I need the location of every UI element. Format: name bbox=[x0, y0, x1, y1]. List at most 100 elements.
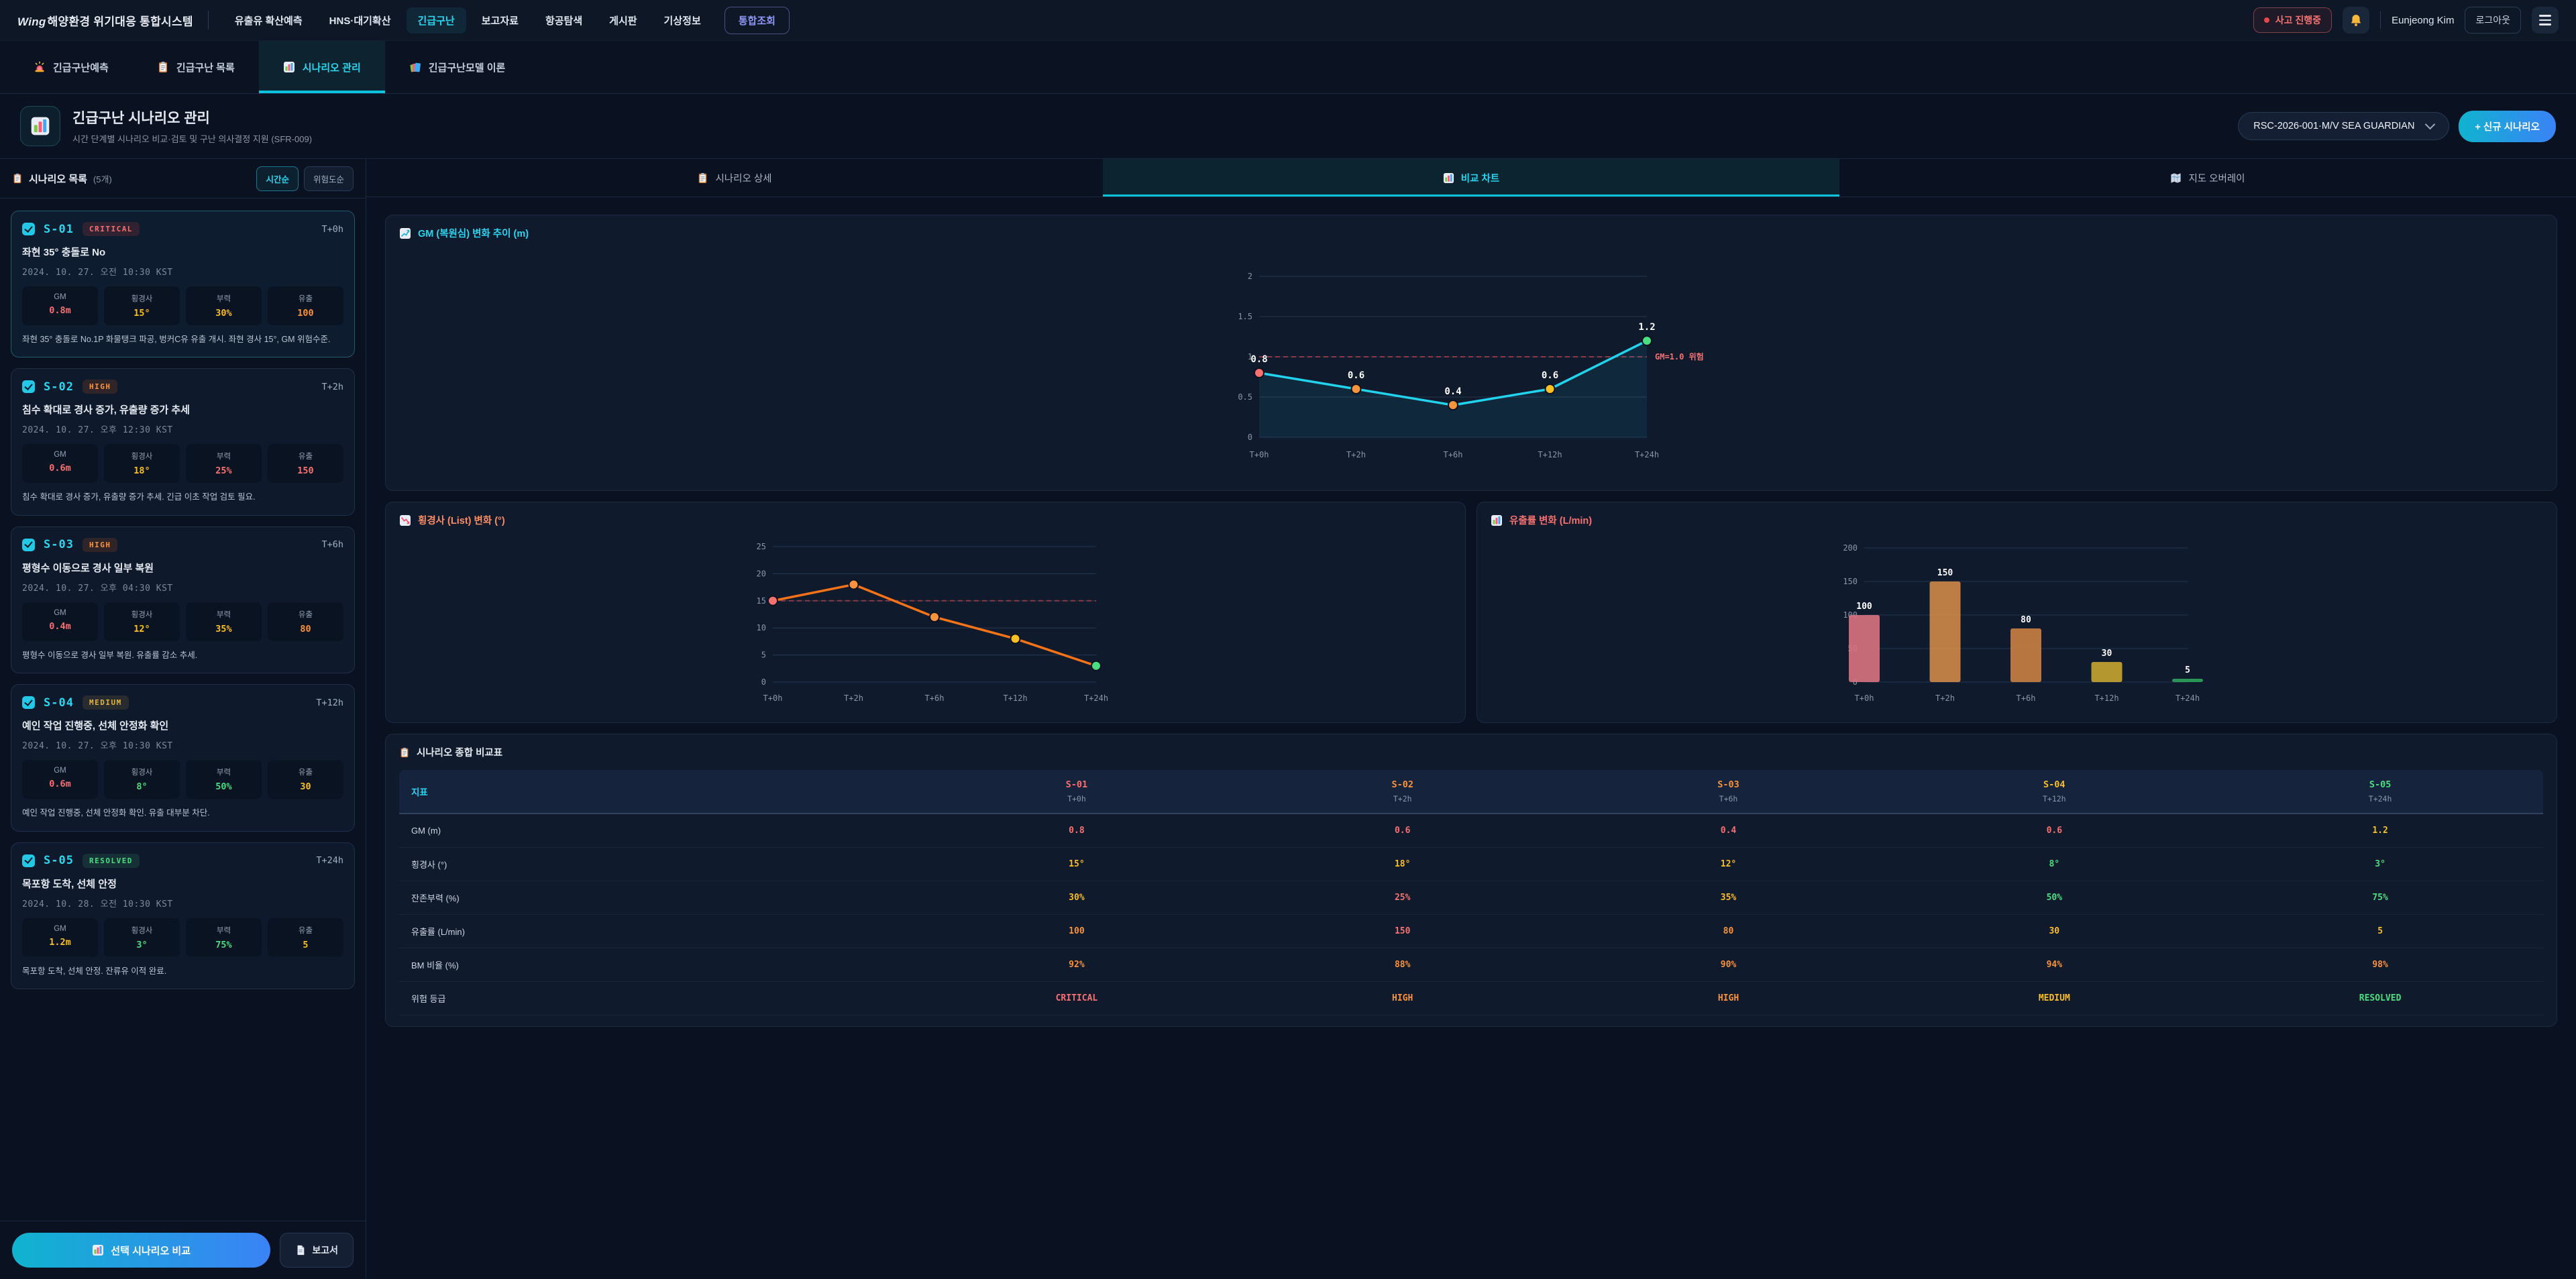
hamburger-icon bbox=[2539, 15, 2551, 25]
list-chart-header: 횡경사 (List) 변화 (°) bbox=[399, 513, 1452, 527]
menu-button[interactable] bbox=[2532, 7, 2559, 34]
metric-GM: GM0.4m bbox=[22, 602, 98, 641]
report-button[interactable]: 보고서 bbox=[280, 1233, 354, 1268]
table-cell: 88% bbox=[1240, 960, 1566, 970]
scenario-card-s-05[interactable]: S-05RESOLVEDT+24h목포항 도착, 선체 안정2024. 10. … bbox=[11, 842, 355, 989]
severity-badge: HIGH bbox=[83, 538, 118, 552]
metric-value: 30% bbox=[189, 308, 259, 319]
row-label: 잔존부력 (%) bbox=[399, 891, 914, 904]
scenario-card-s-04[interactable]: S-04MEDIUMT+12h예인 작업 진행중, 선체 안정화 확인2024.… bbox=[11, 684, 355, 831]
main-body: GM (복원심) 변화 추이 (m) 00.511.52T+0hT+2hT+6h… bbox=[366, 197, 2576, 1279]
svg-text:0: 0 bbox=[761, 677, 765, 687]
incident-select-value: RSC-2026-001·M/V SEA GUARDIAN bbox=[2253, 121, 2414, 131]
row-label: 횡경사 (°) bbox=[399, 858, 914, 871]
svg-text:0.4: 0.4 bbox=[1444, 386, 1461, 397]
svg-text:200: 200 bbox=[1843, 543, 1858, 553]
nav-item-weather[interactable]: 기상정보 bbox=[653, 7, 712, 34]
table-row: 잔존부력 (%)30%25%35%50%75% bbox=[399, 881, 2543, 915]
new-scenario-button[interactable]: + 신규 시나리오 bbox=[2459, 111, 2556, 142]
svg-text:0: 0 bbox=[1248, 433, 1252, 442]
nav-item-board[interactable]: 게시판 bbox=[598, 7, 648, 34]
scenario-time-offset: T+24h bbox=[316, 855, 343, 866]
topbar-right: 사고 진행중 Eunjeong Kim 로그아웃 bbox=[2253, 7, 2559, 34]
svg-text:150: 150 bbox=[1843, 577, 1858, 586]
metric-value: 0.6m bbox=[25, 779, 95, 789]
spill-chart-card: 유출률 변화 (L/min) 050100150200T+0hT+2hT+6hT… bbox=[1477, 502, 2557, 723]
topbar-divider bbox=[2380, 11, 2381, 29]
metric-횡경사: 횡경사3° bbox=[104, 918, 180, 957]
scenario-datetime: 2024. 10. 28. 오전 10:30 KST bbox=[22, 897, 343, 909]
table-row: 위험 등급CRITICALHIGHHIGHMEDIUMRESOLVED bbox=[399, 982, 2543, 1015]
scenario-checkbox[interactable] bbox=[22, 854, 35, 867]
nav-item-hns-dispersion[interactable]: HNS·대기확산 bbox=[318, 7, 402, 34]
svg-text:5: 5 bbox=[761, 650, 765, 659]
nav-item-spill-prediction[interactable]: 유출유 확산예측 bbox=[223, 7, 314, 34]
scenario-title: 침수 확대로 경사 증가, 유출량 증가 추세 bbox=[22, 402, 343, 416]
compare-scenarios-label: 선택 시나리오 비교 bbox=[111, 1243, 191, 1258]
scenario-checkbox[interactable] bbox=[22, 539, 35, 551]
svg-text:T+12h: T+12h bbox=[1003, 693, 1027, 703]
logout-button[interactable]: 로그아웃 bbox=[2465, 7, 2521, 34]
svg-text:2: 2 bbox=[1248, 272, 1252, 281]
notification-bell-button[interactable] bbox=[2343, 7, 2369, 34]
list-chart-wrap: 0510152025T+0hT+2hT+6hT+12hT+24h bbox=[399, 527, 1452, 712]
top-bar: Wing해양환경 위기대응 통합시스템 유출유 확산예측HNS·대기확산긴급구난… bbox=[0, 0, 2576, 41]
table-header-s-01: S-01T+0h bbox=[914, 779, 1240, 803]
metric-부력: 부력50% bbox=[186, 760, 262, 799]
row-label: BM 비율 (%) bbox=[399, 958, 914, 971]
svg-text:T+0h: T+0h bbox=[1250, 450, 1269, 459]
comparison-table-header: 시나리오 종합 비교표 bbox=[399, 745, 2543, 759]
scenario-checkbox[interactable] bbox=[22, 380, 35, 393]
svg-text:T+2h: T+2h bbox=[844, 693, 863, 703]
metric-유출: 유출150 bbox=[268, 444, 343, 483]
metric-value: 8° bbox=[107, 781, 177, 792]
sidebar-footer: 선택 시나리오 비교 보고서 bbox=[0, 1221, 366, 1279]
incident-select[interactable]: RSC-2026-001·M/V SEA GUARDIAN bbox=[2238, 112, 2449, 140]
gm-chart-header: GM (복원심) 변화 추이 (m) bbox=[399, 226, 2543, 240]
svg-text:T+2h: T+2h bbox=[1346, 450, 1366, 459]
svg-text:T+0h: T+0h bbox=[1854, 693, 1874, 703]
table-cell: 98% bbox=[2217, 960, 2543, 970]
metric-label: 횡경사 bbox=[107, 451, 177, 461]
metric-value: 75% bbox=[189, 940, 259, 950]
table-cell: CRITICAL bbox=[914, 993, 1240, 1003]
bell-icon bbox=[2349, 13, 2363, 27]
metric-label: GM bbox=[25, 925, 95, 933]
nav-item-reports[interactable]: 보고자료 bbox=[470, 7, 530, 34]
report-label: 보고서 bbox=[312, 1243, 338, 1257]
tab-scenario-detail[interactable]: 시나리오 상세 bbox=[366, 159, 1103, 197]
scenario-metrics: GM0.8m횡경사15°부력30%유출100 bbox=[22, 286, 343, 325]
clipboard-icon bbox=[157, 61, 169, 73]
sort-risk-button[interactable]: 위험도순 bbox=[304, 166, 354, 191]
compare-scenarios-button[interactable]: 선택 시나리오 비교 bbox=[12, 1233, 270, 1268]
metric-유출: 유출80 bbox=[268, 602, 343, 641]
scenario-checkbox[interactable] bbox=[22, 696, 35, 709]
sort-time-button[interactable]: 시간순 bbox=[256, 166, 299, 191]
metric-value: 80 bbox=[270, 624, 341, 634]
table-cell: 90% bbox=[1566, 960, 1892, 970]
metric-부력: 부력35% bbox=[186, 602, 262, 641]
comparison-table: 지표S-01T+0hS-02T+2hS-03T+6hS-04T+12hS-05T… bbox=[399, 770, 2543, 1015]
scenario-list: S-01CRITICALT+0h좌현 35° 충돌로 No2024. 10. 2… bbox=[0, 198, 366, 1221]
table-header-row: 지표S-01T+0hS-02T+2hS-03T+6hS-04T+12hS-05T… bbox=[399, 770, 2543, 814]
row-label: 위험 등급 bbox=[399, 992, 914, 1005]
scenario-card-s-02[interactable]: S-02HIGHT+2h침수 확대로 경사 증가, 유출량 증가 추세2024.… bbox=[11, 368, 355, 515]
svg-text:T+6h: T+6h bbox=[2016, 693, 2035, 703]
metric-부력: 부력25% bbox=[186, 444, 262, 483]
metric-value: 50% bbox=[189, 781, 259, 792]
tab-comparison-chart[interactable]: 비교 차트 bbox=[1103, 159, 1839, 197]
tab-salvage-model-theory[interactable]: 긴급구난모델 이론 bbox=[385, 41, 530, 93]
tab-scenario-management[interactable]: 시나리오 관리 bbox=[259, 41, 385, 93]
scenario-card-s-03[interactable]: S-03HIGHT+6h평형수 이동으로 경사 일부 복원2024. 10. 2… bbox=[11, 526, 355, 673]
nav-item-aerial-search[interactable]: 항공탐색 bbox=[534, 7, 594, 34]
scenario-card-s-01[interactable]: S-01CRITICALT+0h좌현 35° 충돌로 No2024. 10. 2… bbox=[11, 211, 355, 357]
tab-salvage-list[interactable]: 긴급구난 목록 bbox=[133, 41, 259, 93]
scenario-metrics: GM0.6m횡경사18°부력25%유출150 bbox=[22, 444, 343, 483]
nav-item-emergency-salvage[interactable]: 긴급구난 bbox=[407, 7, 466, 34]
scenario-checkbox[interactable] bbox=[22, 223, 35, 235]
spill-chart-title: 유출률 변화 (L/min) bbox=[1509, 513, 1592, 527]
tab-map-overlay[interactable]: 지도 오버레이 bbox=[1839, 159, 2576, 197]
comparison-table-title: 시나리오 종합 비교표 bbox=[417, 745, 502, 759]
tab-salvage-prediction[interactable]: 긴급구난예측 bbox=[9, 41, 133, 93]
nav-item-integrated-search[interactable]: 통합조회 bbox=[724, 7, 790, 34]
